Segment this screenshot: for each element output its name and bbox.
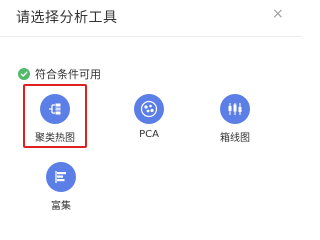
tool-label: 富集 <box>51 201 71 212</box>
tool-boxplot[interactable]: 箱线图 <box>203 94 267 144</box>
header-divider <box>0 36 302 37</box>
tool-cluster-heatmap[interactable]: 聚类热图 <box>23 84 87 148</box>
tool-label: PCA <box>139 129 159 140</box>
boxplot-icon <box>220 94 250 124</box>
tool-pca[interactable]: PCA <box>117 94 181 140</box>
close-icon[interactable]: × <box>272 6 284 22</box>
cluster-heatmap-icon <box>40 94 70 124</box>
available-section-header: 符合条件可用 <box>18 66 101 82</box>
tool-label: 箱线图 <box>220 133 250 144</box>
tool-enrichment[interactable]: 富集 <box>29 162 93 212</box>
analysis-tool-dialog: 请选择分析工具 × 符合条件可用 聚类热图 PCA 箱线图 富集 <box>0 0 302 213</box>
section-label: 符合条件可用 <box>35 68 101 81</box>
pca-scatter-icon <box>134 94 164 124</box>
dialog-title: 请选择分析工具 <box>16 10 118 26</box>
enrichment-icon <box>46 162 76 192</box>
check-circle-icon <box>18 68 30 80</box>
tool-label: 聚类热图 <box>35 133 75 144</box>
